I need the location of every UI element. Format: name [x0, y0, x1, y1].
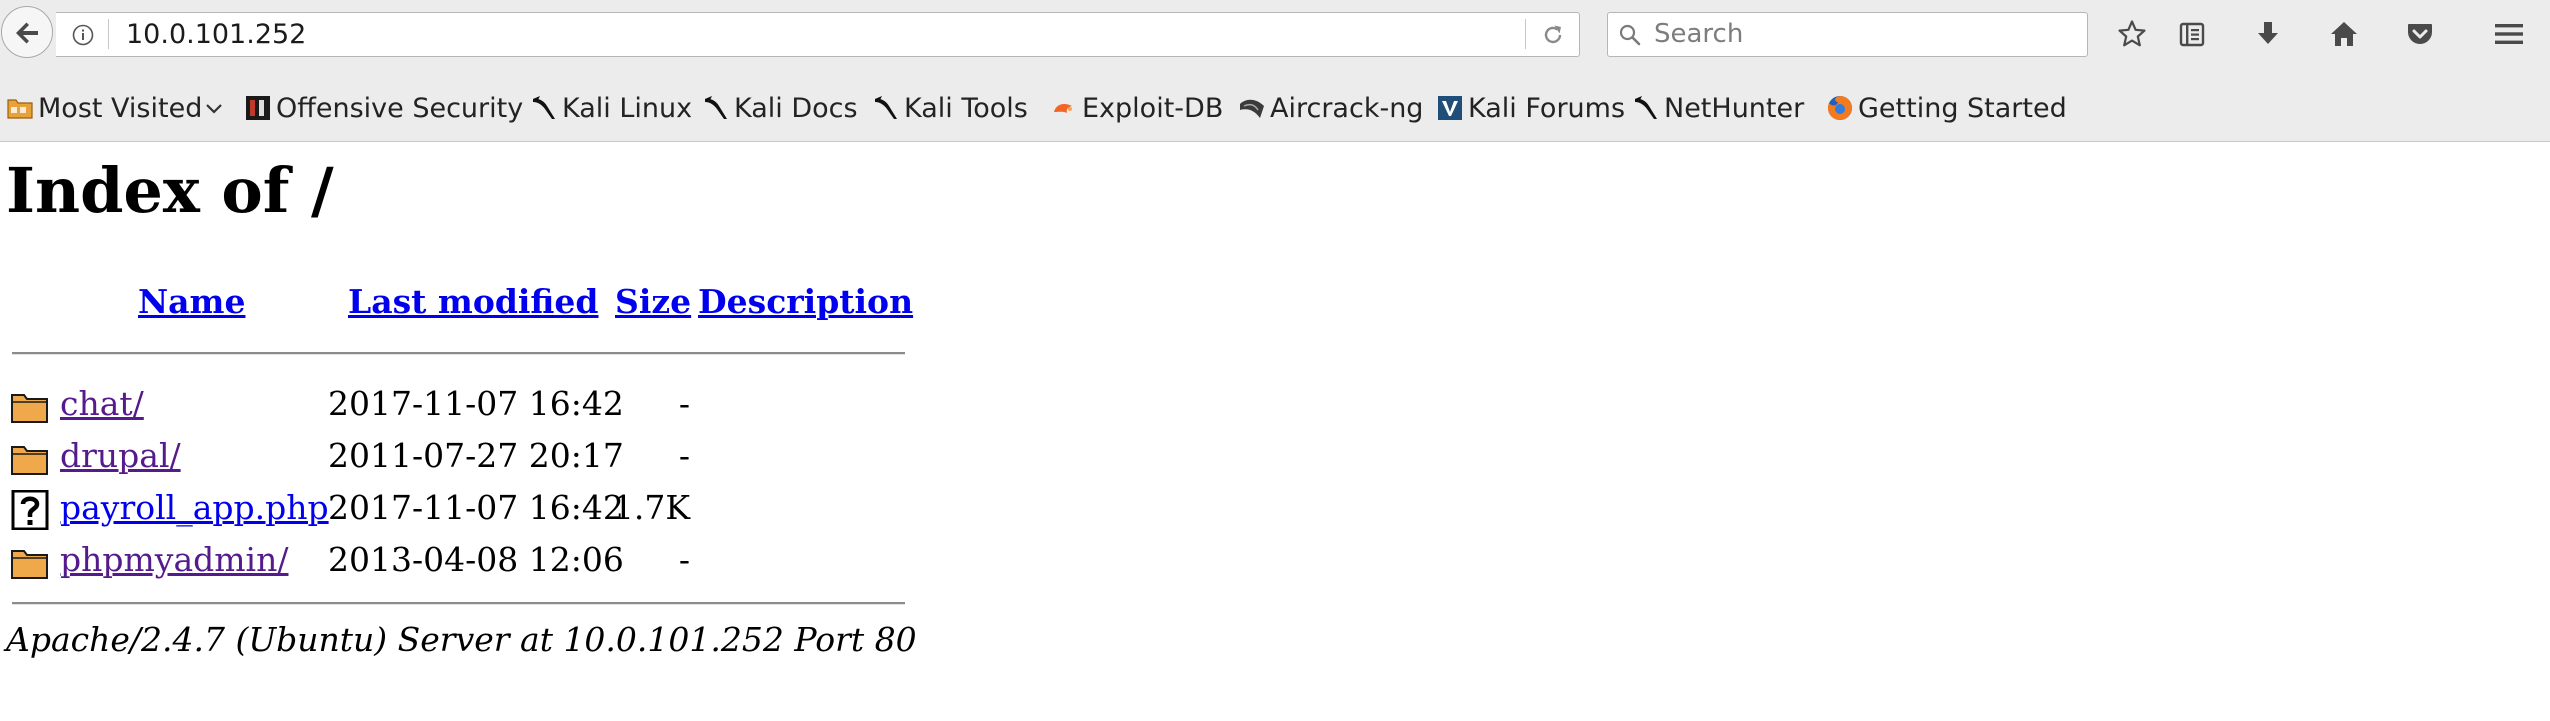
- url-bar-separator: [108, 19, 109, 49]
- folder-icon: [6, 94, 34, 122]
- bookmark-label: Kali Tools: [904, 92, 1028, 124]
- reading-list-icon: [2179, 22, 2205, 47]
- last-modified-cell: 2013-04-08 12:06: [328, 540, 624, 579]
- url-bar[interactable]: 10.0.101.252: [56, 12, 1580, 57]
- reload-icon[interactable]: [1540, 22, 1566, 48]
- folder-icon: [11, 550, 48, 579]
- kali-dragon-icon: [1632, 94, 1660, 122]
- bookmark-label: NetHunter: [1664, 92, 1805, 124]
- bookmark-getting-started[interactable]: Getting Started: [1826, 86, 2067, 130]
- bookmark-label: Aircrack-ng: [1270, 92, 1424, 124]
- navigation-toolbar: 10.0.101.252: [0, 0, 2550, 70]
- open-menu-button[interactable]: [2486, 12, 2530, 56]
- unknown-file-icon: [11, 490, 49, 530]
- url-bar-separator: [1525, 19, 1526, 49]
- directory-link[interactable]: drupal/: [60, 436, 181, 476]
- url-text[interactable]: 10.0.101.252: [126, 21, 306, 49]
- last-modified-cell: 2017-11-07 16:42: [328, 384, 624, 423]
- bookmark-kali-forums[interactable]: Kali Forums: [1436, 86, 1625, 130]
- kali-dragon-icon: [872, 94, 900, 122]
- folder-icon: [11, 394, 48, 423]
- page-title: Index of /: [6, 154, 334, 227]
- bookmark-aircrack-ng[interactable]: Aircrack-ng: [1238, 86, 1423, 130]
- bookmark-offensive-security[interactable]: Offensive Security: [244, 86, 523, 130]
- file-link[interactable]: payroll_app.php: [60, 488, 329, 528]
- kali-dragon-icon: [530, 94, 558, 122]
- reading-list-button[interactable]: [2170, 12, 2214, 56]
- sort-by-name-link[interactable]: Name: [138, 282, 245, 322]
- pocket-button[interactable]: [2398, 12, 2442, 56]
- downloads-button[interactable]: [2246, 12, 2290, 56]
- search-icon: [1619, 24, 1641, 46]
- back-arrow-icon: [16, 22, 38, 44]
- menu-icon: [2495, 24, 2523, 44]
- page-content: Index of / Name Last modified Size Descr…: [0, 142, 2550, 721]
- last-modified-cell: 2017-11-07 16:42: [328, 488, 624, 527]
- bookmark-label: Getting Started: [1858, 92, 2067, 124]
- size-cell: -: [678, 384, 690, 423]
- bookmark-most-visited[interactable]: Most Visited: [6, 86, 224, 130]
- offsec-icon: [244, 94, 272, 122]
- bookmark-kali-linux[interactable]: Kali Linux: [530, 86, 692, 130]
- directory-link[interactable]: phpmyadmin/: [60, 540, 288, 580]
- star-icon: [2118, 20, 2146, 47]
- kali-dragon-icon: [702, 94, 730, 122]
- bookmark-label: Kali Docs: [734, 92, 858, 124]
- folder-icon: [11, 446, 48, 475]
- bookmark-kali-tools[interactable]: Kali Tools: [872, 86, 1028, 130]
- bookmark-kali-docs[interactable]: Kali Docs: [702, 86, 858, 130]
- sort-by-description-link[interactable]: Description: [698, 282, 913, 322]
- sort-by-size-link[interactable]: Size: [615, 282, 691, 322]
- bookmarks-toolbar: Most Visited Offensive Security Kali Lin…: [0, 86, 2550, 130]
- home-button[interactable]: [2322, 12, 2366, 56]
- aircrack-icon: [1238, 94, 1266, 122]
- table-row: phpmyadmin/ 2013-04-08 12:06 -: [0, 534, 920, 586]
- browser-chrome: 10.0.101.252 Search Most Visited Offensi…: [0, 0, 2550, 142]
- bookmark-label: Most Visited: [38, 92, 203, 124]
- size-cell: -: [678, 540, 690, 579]
- table-row: drupal/ 2011-07-27 20:17 -: [0, 430, 920, 482]
- bookmark-label: Kali Linux: [562, 92, 693, 124]
- bookmark-star-button[interactable]: [2110, 12, 2154, 56]
- bookmark-label: Offensive Security: [276, 92, 524, 124]
- search-bar[interactable]: [1607, 12, 2088, 57]
- directory-link[interactable]: chat/: [60, 384, 144, 424]
- bookmark-label: Exploit-DB: [1082, 92, 1224, 124]
- header-divider: [12, 352, 905, 355]
- exploitdb-icon: [1050, 94, 1078, 122]
- size-cell: 1.7K: [612, 488, 690, 527]
- chevron-down-icon: [206, 104, 223, 114]
- info-icon[interactable]: [72, 24, 94, 46]
- kali-forums-icon: [1436, 94, 1464, 122]
- firefox-icon: [1826, 94, 1854, 122]
- table-row: chat/ 2017-11-07 16:42 -: [0, 378, 920, 430]
- sort-by-last-modified-link[interactable]: Last modified: [348, 282, 599, 322]
- footer-divider: [12, 602, 905, 605]
- last-modified-cell: 2011-07-27 20:17: [328, 436, 624, 475]
- search-input[interactable]: [1654, 18, 2074, 50]
- bookmark-nethunter[interactable]: NetHunter: [1632, 86, 1804, 130]
- back-button[interactable]: [1, 6, 53, 58]
- download-icon: [2258, 22, 2278, 44]
- server-signature: Apache/2.4.7 (Ubuntu) Server at 10.0.101…: [6, 620, 917, 659]
- home-icon: [2331, 22, 2357, 46]
- pocket-icon: [2408, 24, 2432, 44]
- bookmark-exploit-db[interactable]: Exploit-DB: [1050, 86, 1223, 130]
- size-cell: -: [678, 436, 690, 475]
- table-row: payroll_app.php 2017-11-07 16:42 1.7K: [0, 482, 920, 534]
- bookmark-label: Kali Forums: [1468, 92, 1626, 124]
